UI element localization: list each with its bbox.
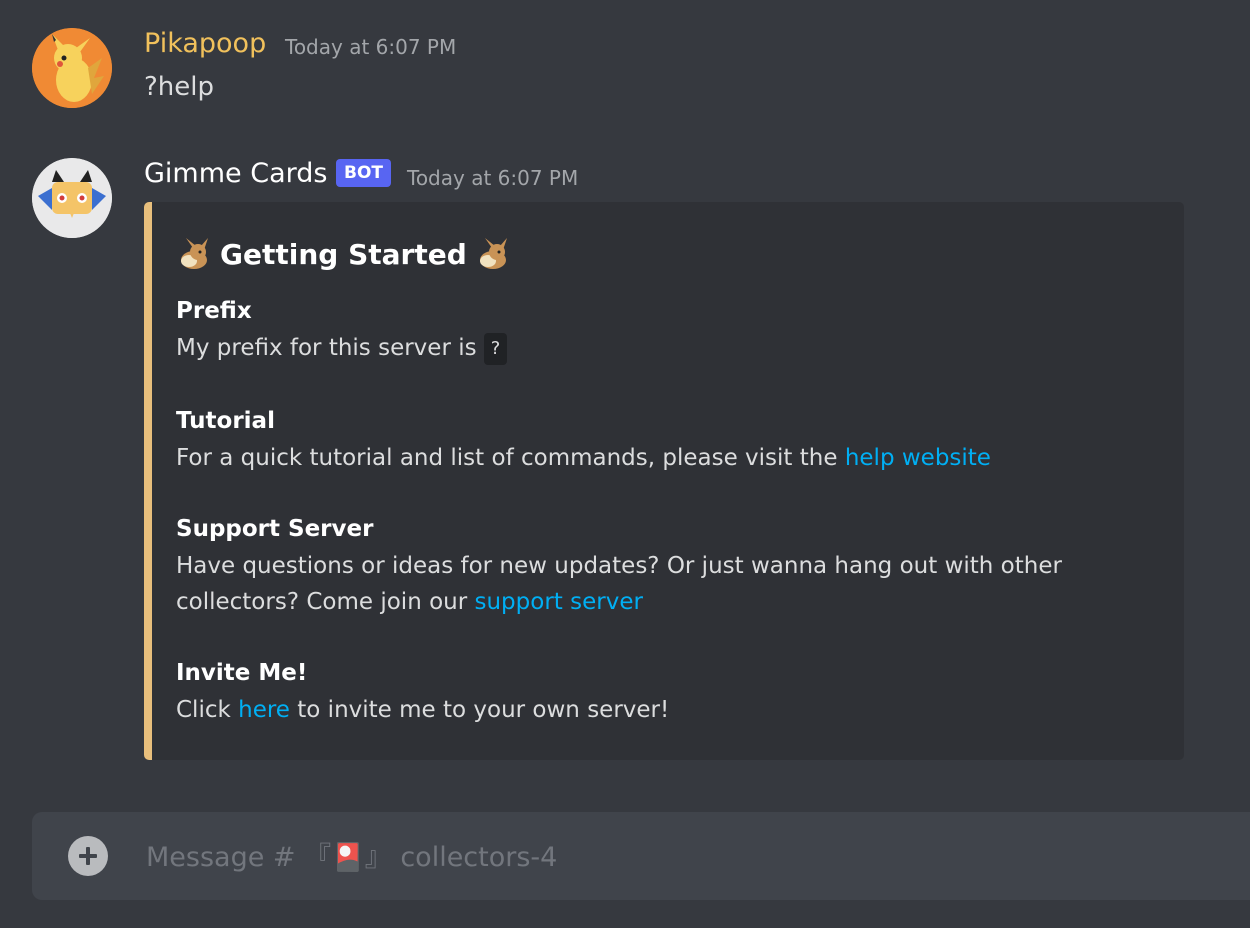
embed-field-name: Tutorial	[176, 408, 275, 434]
add-attachment-button[interactable]	[68, 836, 108, 876]
bot-badge: BOT	[336, 159, 392, 187]
field-text: to invite me to your own server!	[289, 697, 670, 723]
username[interactable]: Gimme Cards	[144, 158, 327, 189]
username[interactable]: Pikapoop	[144, 28, 266, 59]
bot-avatar[interactable]	[32, 158, 112, 238]
eevee-icon	[479, 238, 507, 269]
embed-field-name: Invite Me!	[176, 660, 308, 686]
eevee-icon	[181, 238, 208, 269]
embed-field-value: Have questions or ideas for new updates?…	[176, 548, 1076, 620]
embed-field-value: My prefix for this server is ?	[176, 330, 1136, 366]
embed-title-text: Getting Started	[220, 237, 467, 271]
message-input[interactable]	[144, 830, 1228, 884]
message-content: ?help	[144, 72, 215, 102]
embed-title: Getting Started	[176, 236, 511, 272]
support-server-link[interactable]: support server	[475, 589, 643, 615]
message-timestamp: Today at 6:07 PM	[285, 35, 457, 59]
chat-messages: Pikapoop Today at 6:07 PM ?help Gimme Ca…	[0, 0, 1250, 800]
message-embed: Getting Started Prefix My prefix for thi…	[144, 202, 1184, 760]
help-website-link[interactable]: help website	[845, 445, 991, 471]
embed-field-value: For a quick tutorial and list of command…	[176, 440, 1136, 476]
message-timestamp: Today at 6:07 PM	[407, 166, 579, 190]
field-text: Click	[176, 697, 239, 723]
embed-field-name: Prefix	[176, 298, 252, 324]
pikachu-icon	[32, 28, 112, 108]
embed-field-value: Click here to invite me to your own serv…	[176, 692, 1136, 728]
field-text: My prefix for this server is	[176, 335, 484, 361]
bot-face-icon	[32, 158, 112, 238]
field-text: For a quick tutorial and list of command…	[176, 445, 845, 471]
inline-code: ?	[483, 332, 507, 365]
plus-circle-icon	[79, 847, 97, 865]
embed-color-bar	[144, 202, 152, 760]
embed-field-name: Support Server	[176, 516, 374, 542]
invite-link[interactable]: here	[238, 697, 290, 723]
user-avatar[interactable]	[32, 28, 112, 108]
message-composer	[32, 812, 1250, 900]
